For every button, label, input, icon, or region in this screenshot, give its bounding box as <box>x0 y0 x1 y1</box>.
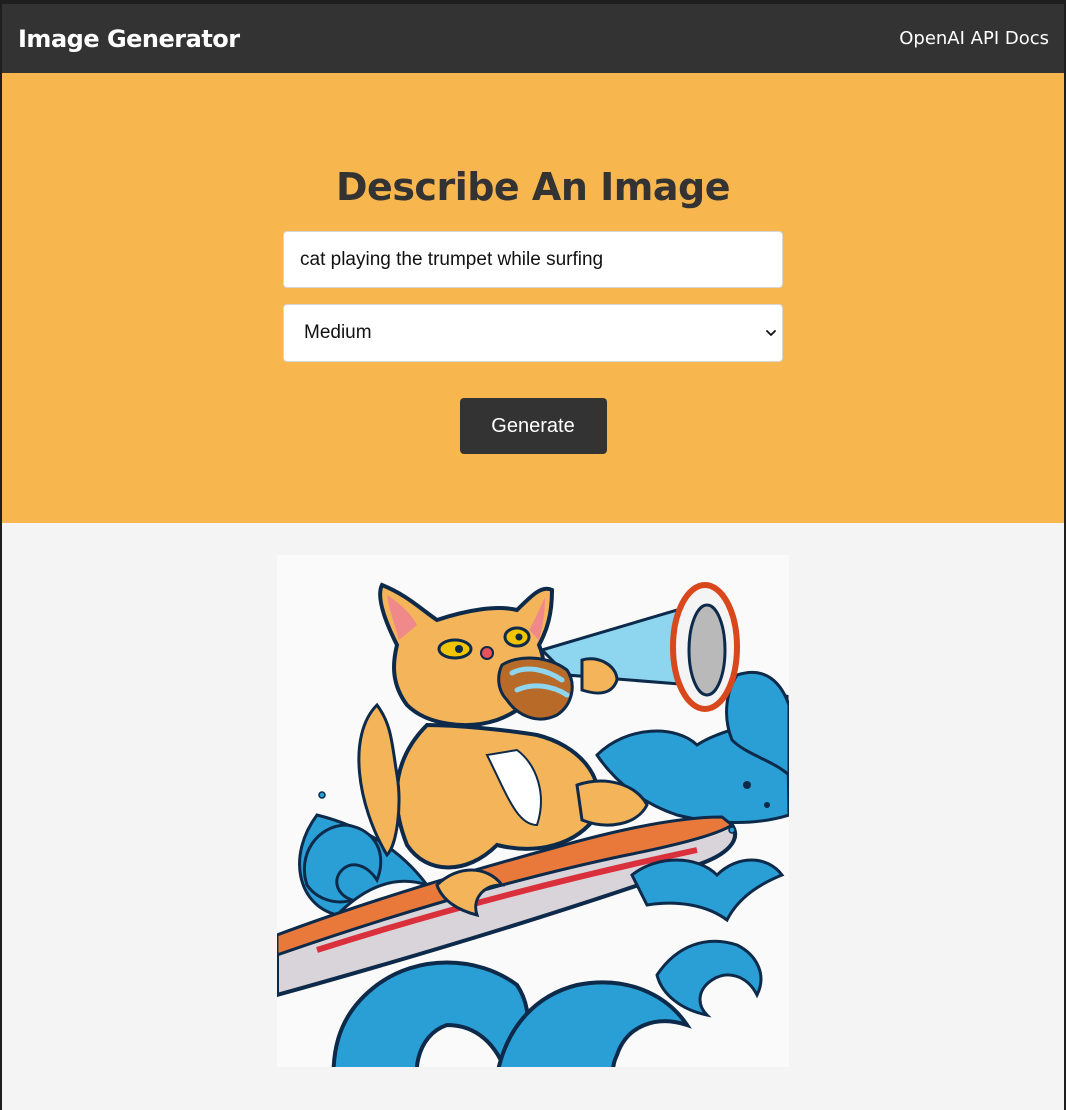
page-title: Describe An Image <box>336 165 730 209</box>
prompt-input[interactable] <box>283 231 783 288</box>
chevron-down-icon <box>766 330 776 336</box>
size-select[interactable]: Medium <box>283 304 783 362</box>
brand-logo[interactable]: Image Generator <box>18 25 240 53</box>
generate-button[interactable]: Generate <box>459 398 607 454</box>
generated-image <box>277 555 789 1067</box>
result-section <box>2 523 1064 1067</box>
openai-docs-link[interactable]: OpenAI API Docs <box>899 28 1049 49</box>
size-select-value: Medium <box>304 322 372 343</box>
prompt-form-section: Describe An Image Medium Generate <box>2 73 1064 523</box>
app-window: Image Generator OpenAI API Docs Describe… <box>0 0 1066 1110</box>
generated-image-illustration <box>277 555 789 1067</box>
navbar: Image Generator OpenAI API Docs <box>2 4 1064 73</box>
